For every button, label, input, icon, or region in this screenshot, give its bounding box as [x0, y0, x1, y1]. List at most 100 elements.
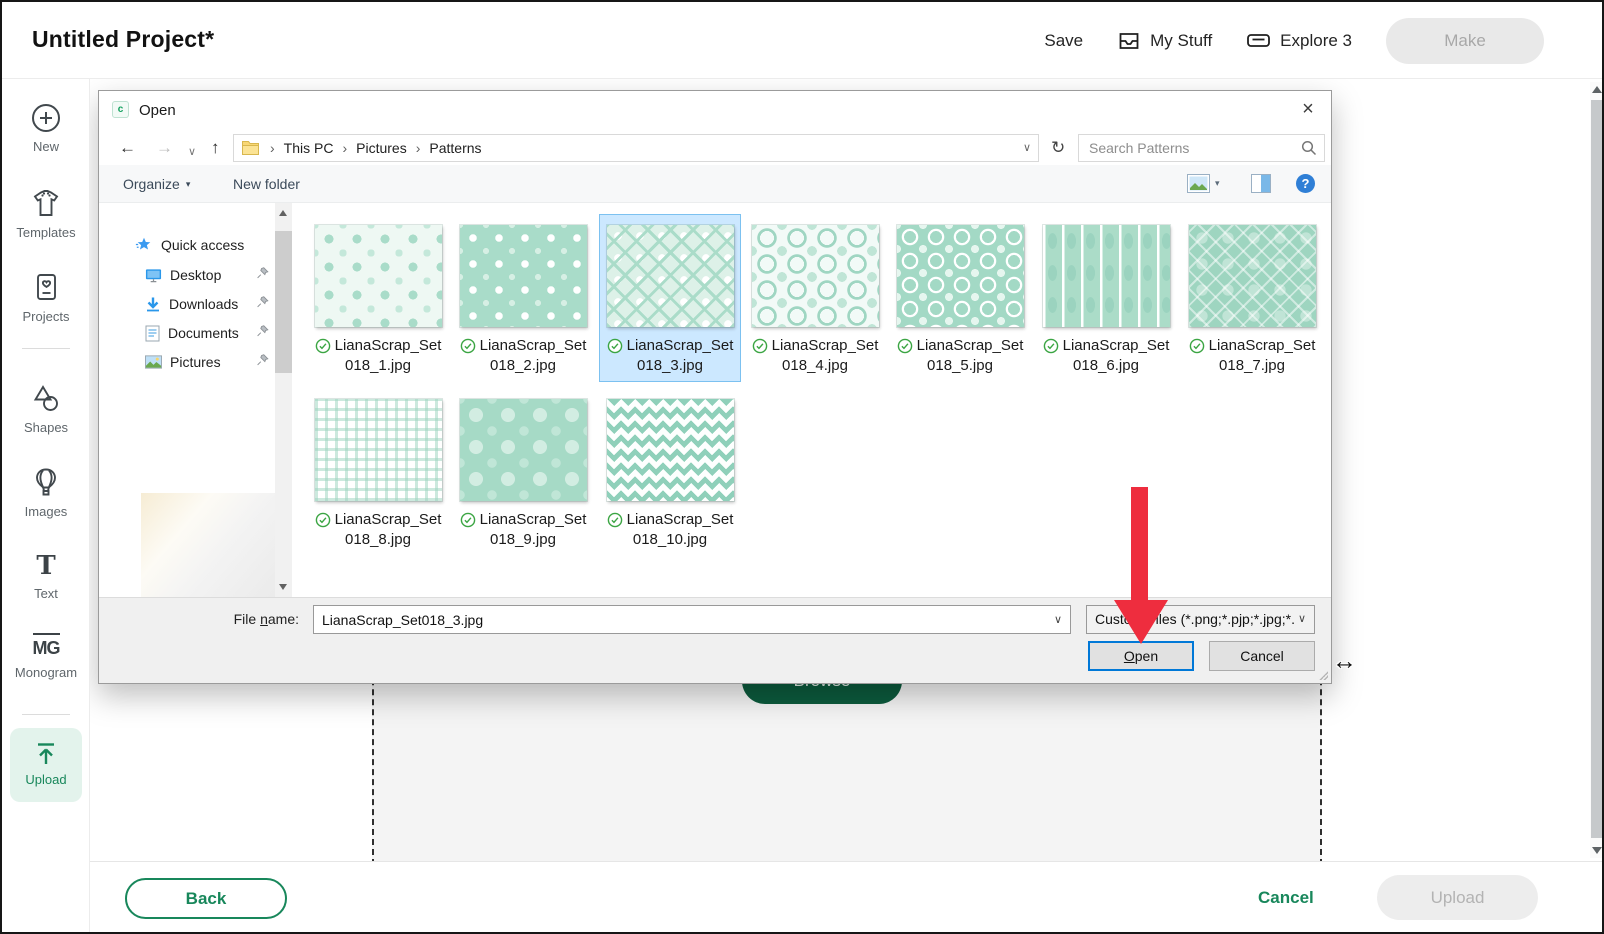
scroll-up-arrow-icon[interactable]: [279, 210, 287, 216]
file-name: LianaScrap_Set: [480, 510, 587, 530]
open-button[interactable]: Open: [1088, 641, 1194, 671]
close-icon[interactable]: ×: [1293, 96, 1323, 123]
places-label: Desktop: [170, 267, 221, 283]
refresh-icon[interactable]: ↻: [1051, 138, 1065, 158]
file-name-label: File name:: [203, 611, 299, 627]
file-name-input[interactable]: [314, 606, 1039, 633]
sync-check-icon: [607, 338, 623, 354]
sidebar-item-upload[interactable]: Upload: [10, 728, 82, 802]
places-quick-access[interactable]: Quick access: [135, 235, 244, 255]
places-desktop[interactable]: Desktop: [145, 265, 221, 285]
places-pictures[interactable]: Pictures: [145, 352, 221, 372]
change-view-button[interactable]: ▾: [1187, 174, 1220, 193]
cancel-link[interactable]: Cancel: [1258, 888, 1314, 908]
file-thumbnail[interactable]: [607, 399, 734, 501]
file-item-5[interactable]: LianaScrap_Set018_5.jpg: [890, 215, 1030, 381]
breadcrumb-pictures[interactable]: Pictures: [356, 140, 407, 156]
file-item-6[interactable]: LianaScrap_Set018_6.jpg: [1036, 215, 1176, 381]
search-box[interactable]: [1078, 134, 1325, 162]
breadcrumb-patterns[interactable]: Patterns: [429, 140, 481, 156]
file-thumbnail[interactable]: [1043, 225, 1170, 327]
file-type-value: Custom Files (*.png;*.pjp;*.jpg;*.: [1095, 611, 1295, 627]
sidebar-item-monogram[interactable]: MG Monogram: [2, 633, 90, 680]
dialog-cancel-button[interactable]: Cancel: [1209, 641, 1315, 671]
new-folder-button[interactable]: New folder: [233, 165, 300, 203]
file-item-8[interactable]: LianaScrap_Set018_8.jpg: [308, 389, 448, 555]
sidebar-item-new[interactable]: New: [2, 102, 90, 154]
file-item-7[interactable]: LianaScrap_Set018_7.jpg: [1182, 215, 1322, 381]
cricut-machine-icon: [1246, 29, 1271, 53]
my-stuff-button[interactable]: My Stuff: [1117, 29, 1212, 53]
resize-cursor-icon: ↔: [1332, 647, 1357, 676]
make-label: Make: [1444, 31, 1486, 51]
address-bar[interactable]: › This PC › Pictures › Patterns ∨: [233, 134, 1039, 162]
file-item-4[interactable]: LianaScrap_Set018_4.jpg: [745, 215, 885, 381]
chevron-down-icon: ∨: [1298, 606, 1306, 633]
pane-scrollbar[interactable]: [275, 203, 292, 597]
file-thumbnail[interactable]: [315, 225, 442, 327]
places-downloads[interactable]: Downloads: [145, 294, 238, 314]
file-thumbnail[interactable]: [752, 225, 879, 327]
file-name: LianaScrap_Set: [917, 336, 1024, 356]
places-documents[interactable]: Documents: [145, 323, 239, 343]
file-name: 018_3.jpg: [637, 357, 703, 374]
file-thumbnail[interactable]: [460, 225, 587, 327]
breadcrumb-this-pc[interactable]: This PC: [284, 140, 334, 156]
scrollbar-thumb[interactable]: [275, 231, 292, 373]
back-button[interactable]: Back: [125, 878, 287, 919]
file-type-select[interactable]: Custom Files (*.png;*.pjp;*.jpg;*. ∨: [1086, 605, 1315, 634]
file-item-1[interactable]: LianaScrap_Set018_1.jpg: [308, 215, 448, 381]
sidebar-label: Projects: [23, 309, 70, 324]
upload-button-disabled[interactable]: Upload: [1377, 875, 1538, 920]
search-input[interactable]: [1079, 135, 1297, 161]
nav-up-icon[interactable]: ↑: [211, 138, 220, 158]
sync-check-icon: [607, 512, 623, 528]
file-thumbnail[interactable]: [460, 399, 587, 501]
file-item-10[interactable]: LianaScrap_Set018_10.jpg: [600, 389, 740, 555]
explore-machine-button[interactable]: Explore 3: [1246, 29, 1352, 53]
preview-pane-button[interactable]: [1251, 174, 1271, 193]
resize-grip[interactable]: [1318, 670, 1328, 680]
sidebar-item-text[interactable]: T Text: [2, 551, 90, 601]
shapes-icon: [2, 383, 90, 415]
scroll-down-arrow-icon[interactable]: [279, 584, 287, 590]
help-button[interactable]: ?: [1296, 174, 1315, 193]
folder-icon: [242, 141, 259, 155]
breadcrumb-separator-icon: ›: [270, 140, 275, 156]
sync-check-icon: [897, 338, 913, 354]
address-dropdown-chevron-icon[interactable]: ∨: [1023, 141, 1031, 154]
sidebar-item-templates[interactable]: Templates: [2, 188, 90, 240]
make-button[interactable]: Make: [1386, 18, 1544, 64]
file-item-9[interactable]: LianaScrap_Set018_9.jpg: [453, 389, 593, 555]
nav-recent-chevron-icon[interactable]: ∨: [188, 142, 196, 162]
project-title[interactable]: Untitled Project*: [32, 26, 214, 53]
file-thumbnail[interactable]: [607, 225, 734, 327]
scroll-down-arrow-icon[interactable]: [1592, 847, 1602, 854]
chevron-down-icon[interactable]: ∨: [1054, 613, 1062, 626]
picture-icon: [145, 355, 162, 369]
file-name-combo[interactable]: ∨: [313, 605, 1071, 634]
sidebar-item-projects[interactable]: Projects: [2, 272, 90, 324]
nav-forward-icon[interactable]: →: [156, 138, 173, 158]
file-name: LianaScrap_Set: [1063, 336, 1170, 356]
dialog-titlebar[interactable]: c Open ×: [99, 91, 1331, 129]
scroll-up-arrow-icon[interactable]: [1592, 86, 1602, 93]
sidebar-item-shapes[interactable]: Shapes: [2, 383, 90, 435]
app-footer: Back Cancel Upload: [90, 861, 1604, 934]
file-thumbnail[interactable]: [1189, 225, 1316, 327]
file-item-3-selected[interactable]: LianaScrap_Set018_3.jpg: [600, 215, 740, 381]
sidebar-item-images[interactable]: Images: [2, 467, 90, 519]
organize-menu[interactable]: Organize ▾: [123, 165, 190, 203]
nav-back-icon[interactable]: ←: [119, 138, 136, 158]
file-name: 018_9.jpg: [490, 531, 556, 548]
save-button[interactable]: Save: [1044, 31, 1083, 51]
app-sidebar: New Templates Projects: [2, 79, 90, 934]
scrollbar-thumb[interactable]: [1591, 100, 1603, 838]
file-item-2[interactable]: LianaScrap_Set018_2.jpg: [453, 215, 593, 381]
file-thumbnail[interactable]: [315, 399, 442, 501]
page-scrollbar[interactable]: [1590, 82, 1604, 858]
sync-check-icon: [752, 338, 768, 354]
file-name: LianaScrap_Set: [627, 336, 734, 356]
pin-icon: [256, 266, 269, 280]
file-thumbnail[interactable]: [897, 225, 1024, 327]
